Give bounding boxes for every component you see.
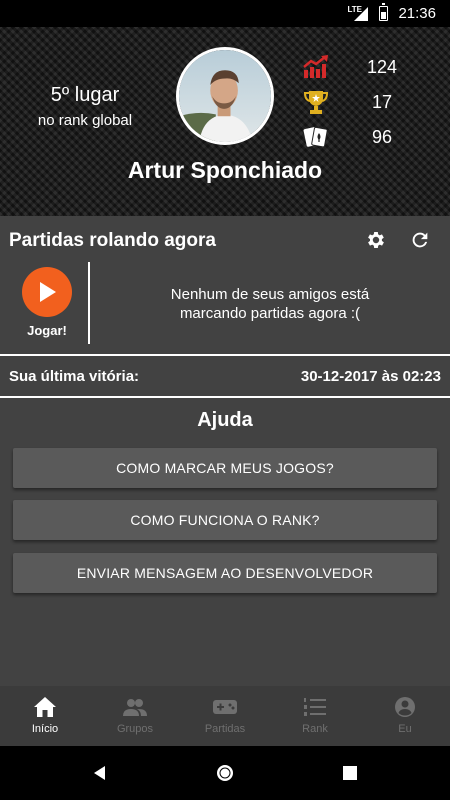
message-developer-button[interactable]: ENVIAR MENSAGEM AO DESENVOLVEDOR	[13, 553, 437, 593]
status-time: 21:36	[398, 5, 436, 22]
screen: LTE 21:36 5º lugar no rank global Artur …	[0, 0, 450, 800]
no-matches-message: Nenhum de seus amigos está marcando part…	[140, 285, 400, 323]
network-type-label: LTE	[347, 4, 362, 14]
avatar[interactable]	[176, 47, 274, 145]
nav-me[interactable]: Eu	[360, 686, 450, 746]
recents-square-icon	[343, 766, 357, 780]
system-navigation-bar	[0, 746, 450, 800]
stat-value: 96	[371, 126, 393, 147]
last-win-label: Sua última vitória:	[9, 368, 140, 385]
rank-block: 5º lugar no rank global	[20, 84, 150, 129]
play-button[interactable]: Jogar!	[12, 265, 82, 340]
help-title: Ajuda	[197, 409, 253, 431]
ranked-list-icon	[302, 696, 328, 718]
stat-games: 96	[300, 122, 410, 152]
back-button[interactable]	[90, 763, 110, 783]
nav-home-label: Início	[31, 723, 59, 735]
back-triangle-icon	[94, 766, 105, 780]
stat-value: 17	[371, 91, 393, 112]
avatar-photo	[179, 50, 271, 142]
nav-matches-label: Partidas	[204, 723, 246, 735]
play-label: Jogar!	[27, 323, 67, 338]
trending-up-icon	[300, 54, 332, 80]
last-win-date: 30-12-2017 às 02:23	[300, 368, 441, 385]
profile-name: Artur Sponchiado	[127, 157, 323, 183]
nav-matches[interactable]: Partidas	[180, 686, 270, 746]
stat-matches: 124	[300, 52, 410, 82]
home-icon	[32, 696, 58, 718]
play-circle[interactable]	[22, 267, 72, 317]
nav-groups[interactable]: Grupos	[90, 686, 180, 746]
nav-me-label: Eu	[398, 723, 412, 735]
last-win-row: Sua última vitória: 30-12-2017 às 02:23	[0, 357, 450, 396]
vertical-divider	[88, 262, 90, 344]
no-matches-line-1: Nenhum de seus amigos está	[170, 286, 370, 303]
refresh-icon	[412, 232, 428, 248]
nav-rank[interactable]: Rank	[270, 686, 360, 746]
home-circle-icon	[217, 765, 233, 781]
rank-position: 5º lugar	[50, 84, 120, 106]
refresh-button[interactable]	[408, 228, 432, 252]
account-icon	[392, 696, 418, 718]
rank-scope: no rank global	[37, 112, 133, 129]
group-icon	[122, 696, 148, 718]
battery-icon	[379, 3, 389, 21]
bottom-navigation: Início Grupos Partidas Rank Eu	[0, 686, 450, 746]
gear-icon	[368, 232, 384, 248]
status-bar: LTE 21:36	[0, 0, 450, 27]
no-matches-line-2: marcando partidas agora :(	[179, 305, 361, 322]
stat-wins: 17	[300, 87, 410, 117]
divider	[0, 396, 450, 398]
nav-home[interactable]: Início	[0, 686, 90, 746]
how-rank-works-button[interactable]: COMO FUNCIONA O RANK?	[13, 500, 437, 540]
nav-groups-label: Grupos	[116, 723, 154, 735]
home-system-button[interactable]	[215, 763, 235, 783]
gamepad-icon	[212, 696, 238, 718]
profile-header: 5º lugar no rank global Artur Sponchiado…	[0, 27, 450, 216]
how-to-log-games-button[interactable]: COMO MARCAR MEUS JOGOS?	[13, 448, 437, 488]
recents-button[interactable]	[340, 763, 360, 783]
nav-rank-label: Rank	[302, 723, 328, 735]
playing-cards-icon	[300, 124, 332, 150]
play-icon	[40, 282, 56, 302]
matches-title: Partidas rolando agora	[9, 230, 216, 251]
trophy-icon	[300, 89, 332, 115]
stat-value: 124	[366, 56, 398, 77]
divider	[0, 354, 450, 356]
settings-button[interactable]	[364, 228, 388, 252]
lte-signal-icon: LTE	[347, 4, 369, 22]
